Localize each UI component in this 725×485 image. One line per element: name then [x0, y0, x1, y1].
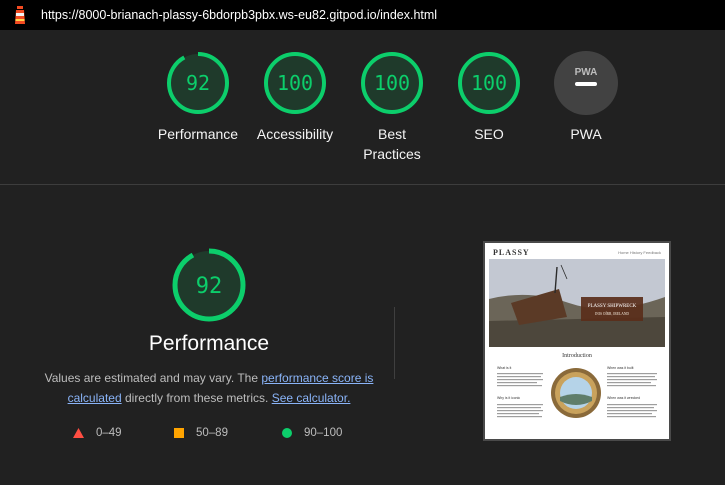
report-url[interactable]: https://8000-brianach-plassy-6bdorpb3pbx… — [41, 8, 437, 22]
gauge-score: 100 — [374, 71, 410, 95]
gauge-pwa[interactable]: PWA PWA — [538, 50, 634, 144]
thumb-content: What is it When was it built Why is it i… — [497, 366, 657, 418]
pass-circle-icon — [282, 428, 292, 438]
legend-range: 0–49 — [96, 427, 122, 439]
gauge-label-line2: Practices — [363, 146, 421, 162]
gauge-ring: 100 — [458, 52, 520, 114]
performance-description: Values are estimated and may vary. The p… — [40, 368, 378, 408]
average-square-icon — [174, 428, 184, 438]
shipwreck-image: PLASSY SHIPWRECK INIS OÍRR, IRELAND — [489, 259, 665, 347]
url-bar: https://8000-brianach-plassy-6bdorpb3pbx… — [0, 0, 725, 30]
gauge-ring: 100 — [361, 52, 423, 114]
gauge-best-practices[interactable]: 100 Best Practices — [344, 50, 440, 164]
performance-score: 92 — [196, 274, 223, 299]
thumb-nav: Home History Feedback — [618, 250, 661, 255]
category-gauges: 92 Performance 100 Accessibility 100 Bes… — [0, 30, 725, 184]
gauge-score: 100 — [471, 71, 507, 95]
gauge-accessibility[interactable]: 100 Accessibility — [247, 50, 343, 144]
thumb-brand: PLASSY — [493, 248, 530, 257]
lighthouse-icon — [15, 6, 25, 24]
thumb-right-heading-2: When was it wrecked — [607, 396, 640, 400]
vertical-separator — [394, 307, 395, 379]
thumb-left-heading-1: What is it — [497, 366, 511, 370]
gauge-performance[interactable]: 92 Performance — [150, 50, 246, 144]
thumb-hero-image: PLASSY SHIPWRECK INIS OÍRR, IRELAND — [489, 259, 665, 347]
performance-title: Performance — [148, 332, 270, 355]
gauge-label: Best Practices — [344, 124, 440, 164]
thumb-section-title: Introduction — [562, 353, 592, 359]
desc-prefix: Values are estimated and may vary. The — [44, 371, 262, 385]
gauge-label-line1: Best — [377, 126, 406, 142]
performance-gauge: 92 — [172, 248, 246, 322]
pwa-badge-icon: PWA — [554, 51, 618, 115]
section-divider — [0, 184, 725, 185]
gauge-score: 92 — [186, 71, 210, 95]
gauge-label: PWA — [570, 126, 602, 142]
legend-range: 50–89 — [196, 427, 228, 439]
thumb-left-heading-2: Why is it iconic — [497, 396, 520, 400]
gauge-label: Accessibility — [256, 126, 334, 142]
fail-triangle-icon — [73, 428, 84, 438]
see-calculator-link[interactable]: See calculator. — [272, 391, 351, 405]
pwa-badge-text: PWA — [575, 67, 598, 78]
desc-middle: directly from these metrics. — [121, 391, 272, 405]
legend-average: 50–89 — [174, 427, 228, 439]
legend-range: 90–100 — [304, 427, 343, 439]
thumb-hero-caption: PLASSY SHIPWRECK — [588, 304, 637, 309]
final-screenshot-thumbnail[interactable]: PLASSY Home History Feedback PLASSY SHIP… — [483, 241, 671, 441]
gauge-label: Performance — [157, 126, 239, 142]
gauge-score: 100 — [277, 71, 313, 95]
gauge-label: SEO — [474, 126, 504, 142]
legend-fail: 0–49 — [73, 427, 122, 439]
gauge-seo[interactable]: 100 SEO — [441, 50, 537, 144]
gauge-ring: 100 — [264, 52, 326, 114]
legend-pass: 90–100 — [282, 427, 342, 439]
thumb-right-heading-1: When was it built — [607, 366, 633, 370]
gauge-ring: 92 — [167, 52, 229, 114]
